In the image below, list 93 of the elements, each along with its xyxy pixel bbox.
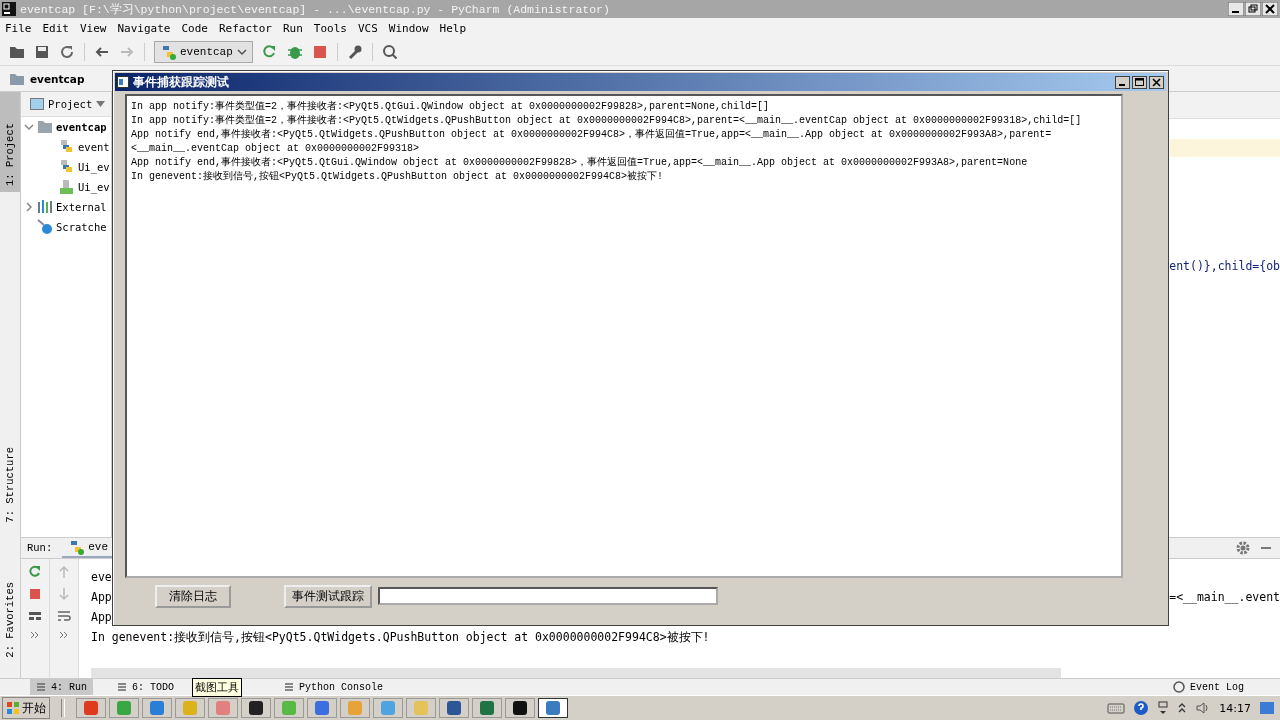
dialog-title: 事件捕获跟踪测试 [133, 73, 229, 91]
app-logo-icon [2, 2, 16, 16]
folder-icon [10, 72, 24, 85]
taskbar-button[interactable] [538, 698, 568, 718]
menu-item[interactable]: Window [388, 21, 429, 35]
tab-icon [36, 682, 46, 692]
log-line: App notify end,事件接收者:<PyQt5.QtGui.QWindow object at 0x0000000002F99828>，事件返回值=True,app=<__main__.App object at 0x0000000002F993A8>,parent=None [131, 156, 1029, 170]
restore-icon[interactable] [1245, 2, 1261, 16]
rerun-icon[interactable] [28, 565, 42, 579]
stop-icon[interactable] [28, 587, 42, 601]
sync-icon[interactable] [59, 43, 75, 60]
console-line: eve [91, 570, 112, 584]
log-line: In app notify:事件类型值=2，事件接收者:<PyQt5.QtGui.QWindow object at 0x0000000002F99828>,parent=None,child=[] [131, 100, 771, 114]
tool-window-tab[interactable]: Python Console [278, 679, 390, 695]
minimize-icon[interactable] [1115, 75, 1130, 89]
minimize-icon[interactable] [1228, 2, 1244, 16]
menu-item[interactable]: File [5, 21, 32, 35]
caret-icon [236, 47, 247, 56]
layout-icon[interactable] [28, 609, 42, 623]
scrollbar[interactable] [91, 668, 1061, 678]
qt-file-icon [59, 179, 75, 195]
save-icon[interactable] [34, 43, 50, 60]
tree-item[interactable]: Ui_ev [78, 181, 110, 193]
more-icon[interactable] [30, 631, 40, 639]
clear-log-button[interactable]: 清除日志 [155, 584, 231, 608]
tab-icon [117, 682, 127, 692]
side-tab[interactable]: 7: Structure [0, 440, 20, 529]
close-icon[interactable] [1262, 2, 1278, 16]
desktop-icon[interactable] [1259, 700, 1275, 716]
code-line: ent()},child={ob [1169, 259, 1280, 273]
clock[interactable]: 14:17 [1219, 701, 1251, 715]
tree-item[interactable]: Scratche [56, 221, 107, 233]
menu-item[interactable]: Help [439, 21, 467, 35]
stop-icon[interactable] [311, 43, 328, 60]
event-log-tab[interactable]: Event Log [1167, 679, 1250, 695]
log-line: App notify end,事件接收者:<PyQt5.QtWidgets.QPushButton object at 0x0000000002F994C8>，事件返回值=True,app=<__main__.App object at 0x0000000002F993A8>,parent=<__main__.eventCap object at 0x0000000002F99318> [131, 128, 1053, 156]
tree-item[interactable]: eventcap [56, 121, 107, 133]
taskbar-button[interactable] [505, 698, 535, 718]
python-file-icon [59, 159, 75, 175]
flag-icon [6, 701, 20, 715]
tree-item[interactable]: External [56, 201, 107, 213]
menu-item[interactable]: Run [282, 21, 303, 35]
window-icon [117, 76, 129, 88]
tree-item[interactable]: event [78, 141, 110, 153]
log-line: In genevent:接收到信号,按钮<PyQt5.QtWidgets.QPushButton object at 0x0000000002F994C8>被按下! [131, 170, 665, 184]
window-icon [30, 98, 44, 110]
folder-icon [37, 119, 53, 135]
run-config-dropdown[interactable]: eventcap [154, 40, 253, 63]
text-field[interactable] [378, 587, 718, 605]
menu-item[interactable]: VCS [357, 21, 378, 35]
console-line: In genevent:接收到信号,按钮<PyQt5.QtWidgets.QPushButton object at 0x0000000002F994C8>被按下! [91, 629, 710, 645]
log-line: In app notify:事件类型值=2，事件接收者:<PyQt5.QtWidgets.QPushButton object at 0x0000000002F994C8>,parent=<__main__.eventCap object at 0x0000000002F99318>,child=[] [131, 114, 1083, 128]
close-icon[interactable] [1149, 75, 1164, 89]
side-tab[interactable]: 2: Favorites [0, 576, 20, 664]
panel-title: Run: [27, 542, 53, 554]
python-icon [160, 43, 176, 60]
balloon-icon [1173, 681, 1185, 693]
menu-item[interactable]: View [80, 21, 107, 35]
settings-icon[interactable] [1236, 541, 1250, 555]
more-icon[interactable] [59, 631, 69, 639]
window-switch-icon[interactable] [1157, 700, 1170, 716]
python-file-icon [59, 139, 75, 155]
tool-window-tab[interactable]: 6: TODO [111, 679, 181, 695]
keyboard-icon[interactable] [1107, 701, 1126, 715]
tree-item[interactable]: Ui_ev [78, 161, 110, 173]
tab-icon [284, 682, 295, 692]
start-button[interactable]: 开始 [2, 697, 50, 719]
menu-item[interactable]: Navigate [117, 21, 171, 35]
search-icon[interactable] [381, 43, 398, 60]
tooltip: 截图工具 [192, 678, 242, 697]
chevron-up-icon[interactable] [1177, 701, 1188, 715]
window-title: eventcap [F:\学习\python\project\eventcap] - ...\eventcap.py - PyCharm (Administrator) [20, 1, 610, 17]
scratch-icon [37, 219, 53, 235]
console-line: App [91, 590, 112, 604]
taskbar-button[interactable] [241, 698, 271, 718]
menu-item[interactable]: Refactor [219, 21, 272, 35]
console-line: App [91, 610, 112, 624]
breadcrumb[interactable]: eventcap [30, 72, 85, 85]
library-icon [37, 199, 53, 215]
help-icon[interactable] [1133, 700, 1150, 716]
wrap-icon[interactable] [57, 609, 71, 623]
menu-item[interactable]: Edit [42, 21, 69, 35]
console-line: =<__main__.event [1169, 590, 1280, 604]
wrench-icon[interactable] [346, 43, 363, 60]
test-button[interactable]: 事件测试跟踪 [284, 584, 372, 608]
menu-item[interactable]: Code [181, 21, 208, 35]
python-icon [68, 539, 85, 555]
maximize-icon[interactable] [1132, 75, 1147, 89]
caret-icon[interactable] [96, 101, 106, 107]
tool-window-tab[interactable]: 4: Run [30, 679, 93, 695]
side-tab[interactable]: 1: Project [0, 92, 20, 192]
menu-item[interactable]: Tools [313, 21, 347, 35]
rerun-icon[interactable] [261, 43, 278, 60]
